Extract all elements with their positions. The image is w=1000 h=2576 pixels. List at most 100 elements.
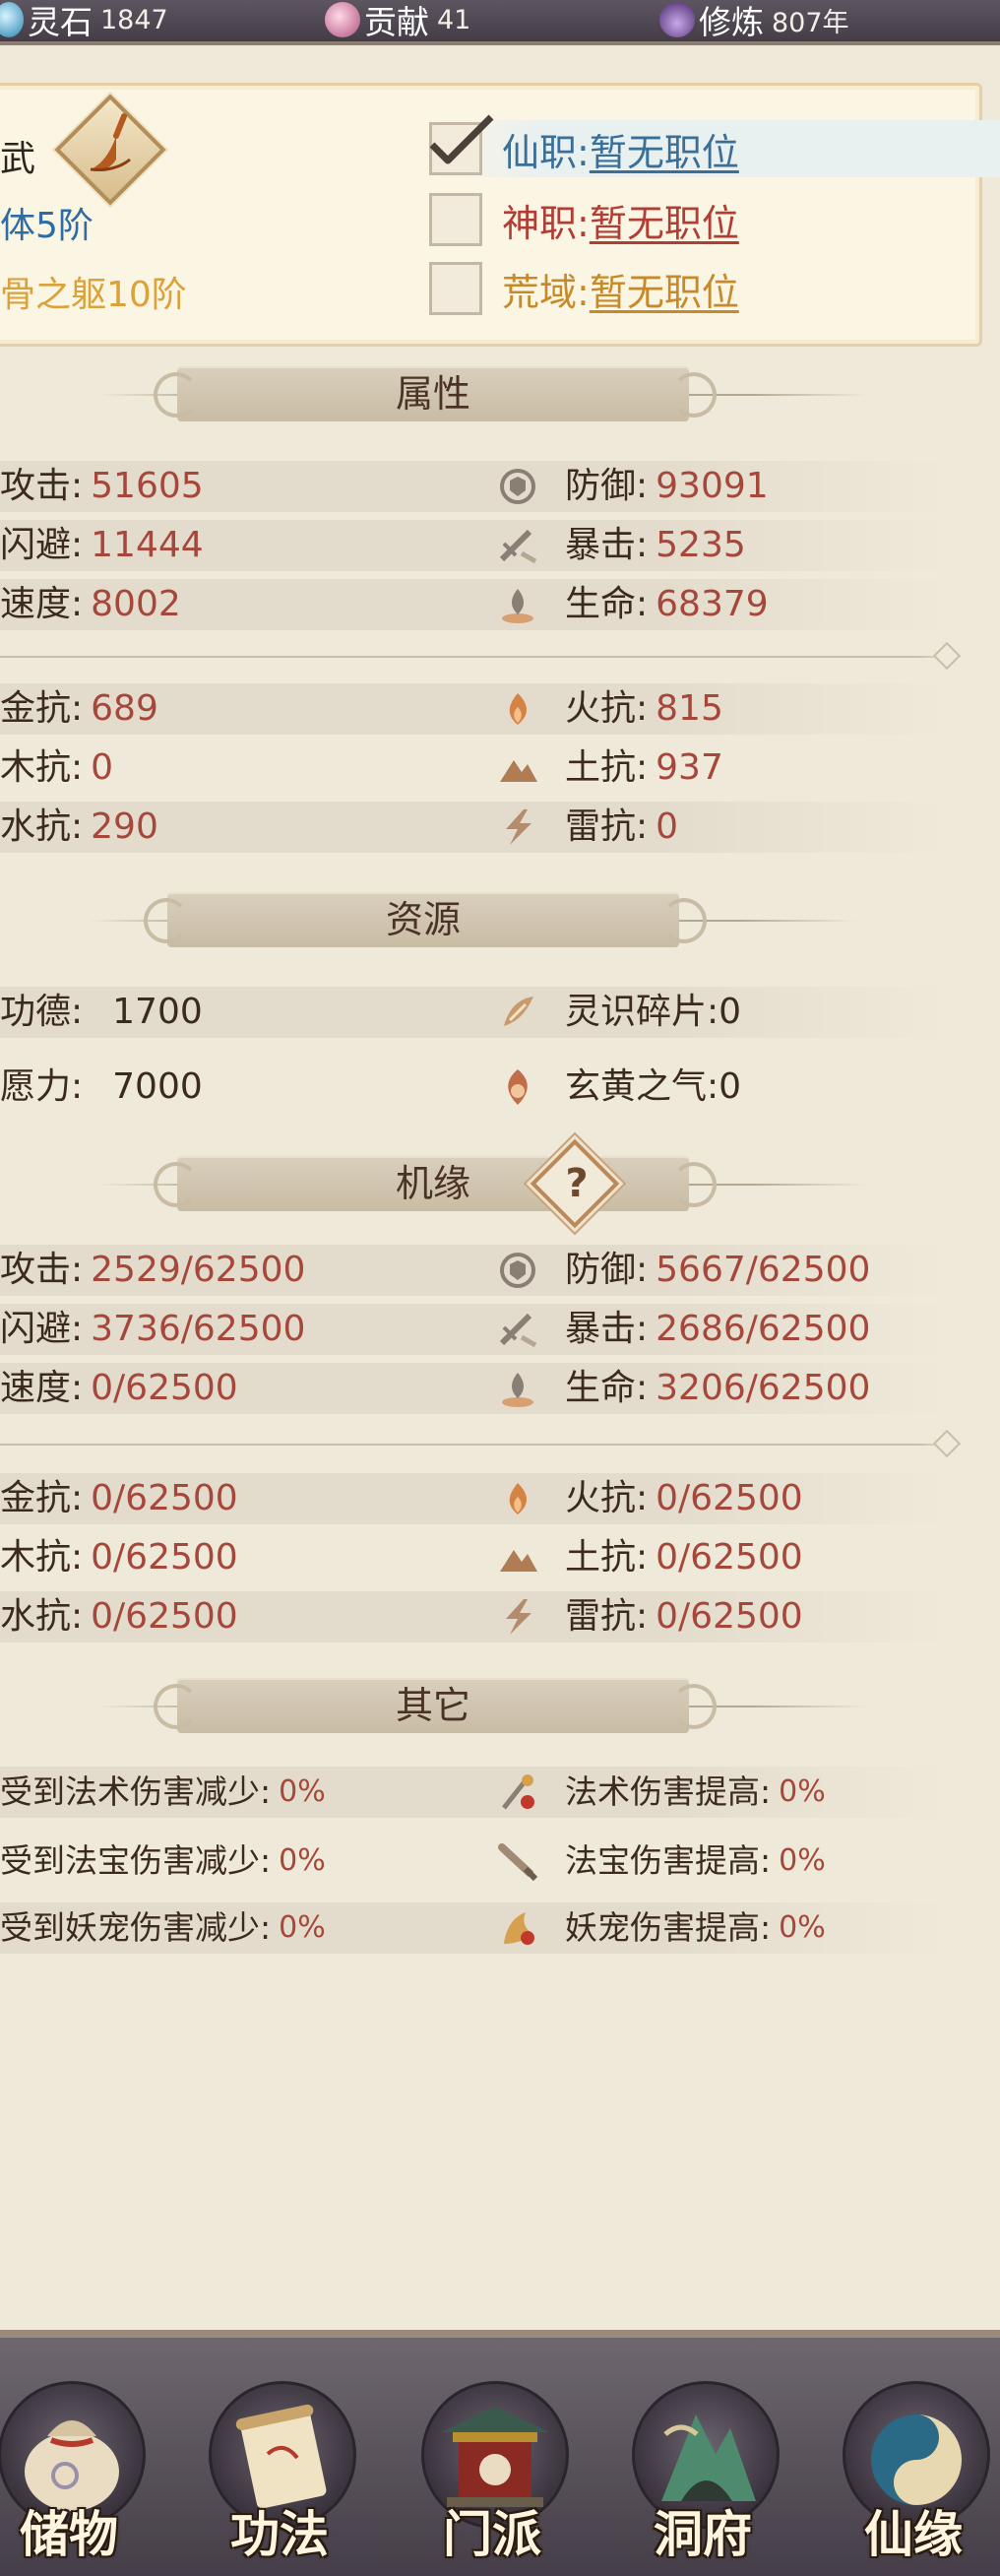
stat-row: 功德: 1700 灵识碎片: 0 bbox=[0, 987, 945, 1038]
job-label: 仙职: bbox=[502, 130, 590, 174]
stat-value: 0/62500 bbox=[91, 1368, 238, 1408]
realm-line-3: 骨之躯10阶 bbox=[0, 275, 187, 315]
nav-fate[interactable]: 仙缘 bbox=[827, 2377, 1000, 2574]
stat-left: 攻击: 2529/62500 bbox=[0, 1245, 305, 1296]
stat-value: 0 bbox=[719, 1066, 742, 1107]
section-title-text: 属性 bbox=[395, 372, 470, 416]
stat-value: 51605 bbox=[91, 466, 204, 506]
stat-value: 8002 bbox=[91, 584, 181, 624]
crit-sword-icon bbox=[499, 529, 537, 564]
stat-label: 暴击: bbox=[565, 525, 649, 565]
section-title-text: 其它 bbox=[395, 1684, 470, 1727]
stat-right: 土抗: 937 bbox=[496, 742, 723, 794]
spirit-stone-label: 灵石 bbox=[28, 3, 93, 41]
stat-label: 木抗: bbox=[0, 747, 84, 788]
stat-value: 0/62500 bbox=[91, 1596, 238, 1637]
nav-label: 仙缘 bbox=[864, 2505, 963, 2563]
job-row-immortal[interactable]: 仙职: 暂无职位 bbox=[429, 114, 1000, 177]
fire-icon bbox=[509, 693, 527, 725]
stat-label: 闪避: bbox=[0, 525, 84, 565]
stat-label: 攻击: bbox=[0, 466, 84, 506]
job-value-link[interactable]: 暂无职位 bbox=[590, 122, 739, 176]
stat-right: 玄黄之气: 0 bbox=[496, 1062, 741, 1113]
section-title-text: 资源 bbox=[385, 898, 461, 941]
stat-row: 木抗: 0/62500 土抗: 0/62500 bbox=[0, 1532, 945, 1583]
stat-label: 土抗: bbox=[565, 1537, 649, 1578]
stat-label: 木抗: bbox=[0, 1537, 84, 1578]
stat-right: 灵识碎片: 0 bbox=[496, 987, 741, 1038]
contribution-counter[interactable]: 贡献 41 bbox=[325, 0, 470, 41]
section-title-fortune: 机缘 bbox=[98, 1156, 866, 1213]
nav-techniques[interactable]: 功法 bbox=[193, 2377, 366, 2574]
stat-label: 速度: bbox=[0, 584, 84, 624]
stat-label: 玄黄之气: bbox=[565, 1066, 719, 1107]
cultivation-icon bbox=[659, 2, 695, 37]
treasure-icon bbox=[498, 1843, 538, 1882]
stat-value: 815 bbox=[656, 688, 723, 729]
section-title-attributes: 属性 bbox=[98, 366, 866, 423]
stat-left: 木抗: 0/62500 bbox=[0, 1532, 238, 1583]
stat-value: 7000 bbox=[112, 1066, 203, 1107]
stat-row: 闪避: 11444 暴击: 5235 bbox=[0, 520, 945, 571]
nav-label: 功法 bbox=[230, 2505, 329, 2563]
stat-right: 土抗: 0/62500 bbox=[496, 1532, 803, 1583]
group-divider bbox=[0, 641, 965, 671]
stat-value: 5235 bbox=[656, 525, 746, 565]
job-value-link[interactable]: 暂无职位 bbox=[590, 193, 739, 247]
job-row-wilderness[interactable]: 荒域: 暂无职位 bbox=[429, 260, 739, 317]
check-icon bbox=[429, 114, 494, 164]
stat-label: 雷抗: bbox=[565, 1596, 649, 1637]
nav-sect[interactable]: 门派 bbox=[406, 2377, 579, 2574]
job-label: 神职: bbox=[502, 201, 590, 245]
pet-icon bbox=[504, 1912, 534, 1945]
job-checkbox-immortal[interactable] bbox=[429, 114, 494, 175]
stat-row: 受到法宝伤害减少: 0% 法宝伤害提高: 0% bbox=[0, 1835, 945, 1887]
nav-storage[interactable]: 储物 bbox=[0, 2377, 156, 2574]
stat-value: 0% bbox=[779, 1774, 826, 1809]
job-checkbox-divine[interactable] bbox=[429, 193, 482, 246]
stat-right: 暴击: 5235 bbox=[496, 520, 746, 571]
job-row-divine[interactable]: 神职: 暂无职位 bbox=[429, 191, 739, 248]
cultivation-counter[interactable]: 修炼 807年 bbox=[659, 0, 849, 41]
stat-value: 0/62500 bbox=[656, 1596, 803, 1637]
job-value-link[interactable]: 暂无职位 bbox=[590, 262, 739, 316]
stat-left: 速度: 0/62500 bbox=[0, 1363, 238, 1414]
section-title-other: 其它 bbox=[98, 1678, 866, 1735]
stat-value: 1700 bbox=[112, 992, 203, 1032]
life-flame-icon bbox=[502, 1373, 533, 1407]
stat-row: 愿力: 7000 玄黄之气: 0 bbox=[0, 1062, 945, 1113]
job-checkbox-wilderness[interactable] bbox=[429, 262, 482, 315]
bottom-nav: 储物 功法 门派 洞府 仙缘 bbox=[0, 2330, 1000, 2576]
brush-icon bbox=[90, 113, 131, 171]
stat-right: 雷抗: 0 bbox=[496, 802, 678, 853]
stat-value: 0% bbox=[279, 1910, 326, 1945]
stat-row: 速度: 0/62500 生命: 3206/62500 bbox=[0, 1363, 945, 1414]
stat-label: 金抗: bbox=[0, 1478, 84, 1518]
mountain-icon bbox=[500, 760, 537, 782]
nav-cave[interactable]: 洞府 bbox=[616, 2377, 789, 2574]
cultivation-label: 修炼 bbox=[699, 3, 764, 41]
shield-icon bbox=[500, 469, 535, 504]
spirit-stone-counter[interactable]: 灵石 1847 bbox=[0, 0, 168, 41]
stat-right: 火抗: 0/62500 bbox=[496, 1473, 803, 1524]
stat-left: 受到法术伤害减少: 0% bbox=[0, 1767, 326, 1818]
stat-row: 水抗: 0/62500 雷抗: 0/62500 bbox=[0, 1591, 945, 1642]
stat-label: 法术伤害提高: bbox=[565, 1772, 772, 1811]
stat-left: 受到法宝伤害减少: 0% bbox=[0, 1835, 326, 1887]
stat-row: 闪避: 3736/62500 暴击: 2686/62500 bbox=[0, 1304, 945, 1355]
stat-row: 攻击: 2529/62500 防御: 5667/62500 bbox=[0, 1245, 945, 1296]
stat-value: 0/62500 bbox=[91, 1478, 238, 1518]
cultivation-value: 807年 bbox=[772, 7, 849, 38]
stat-value: 0 bbox=[656, 806, 679, 847]
stat-value: 689 bbox=[91, 688, 158, 729]
stat-row: 金抗: 689 火抗: 815 bbox=[0, 683, 945, 735]
stat-left: 金抗: 0/62500 bbox=[0, 1473, 238, 1524]
stat-value: 93091 bbox=[656, 466, 769, 506]
stat-label: 受到法术伤害减少: bbox=[0, 1772, 272, 1811]
stat-label: 火抗: bbox=[565, 1478, 649, 1518]
xuanhuang-qi-icon bbox=[508, 1069, 528, 1105]
stat-left: 闪避: 11444 bbox=[0, 520, 204, 571]
stat-right: 暴击: 2686/62500 bbox=[496, 1304, 870, 1355]
stat-row: 金抗: 0/62500 火抗: 0/62500 bbox=[0, 1473, 945, 1524]
stat-right: 火抗: 815 bbox=[496, 683, 723, 735]
